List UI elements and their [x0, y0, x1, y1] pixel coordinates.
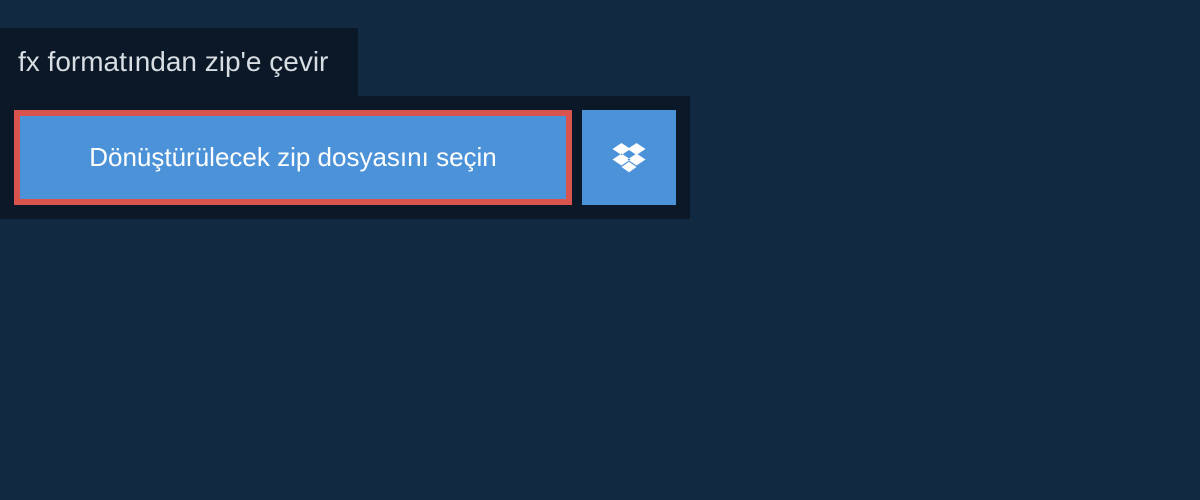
- dropbox-icon: [611, 140, 647, 176]
- tab-header[interactable]: fx formatından zip'e çevir: [0, 28, 358, 96]
- upload-panel: Dönüştürülecek zip dosyasını seçin: [0, 96, 690, 219]
- dropbox-button[interactable]: [582, 110, 676, 205]
- tab-title: fx formatından zip'e çevir: [18, 46, 328, 77]
- select-file-button[interactable]: Dönüştürülecek zip dosyasını seçin: [14, 110, 572, 205]
- select-file-label: Dönüştürülecek zip dosyasını seçin: [89, 142, 497, 172]
